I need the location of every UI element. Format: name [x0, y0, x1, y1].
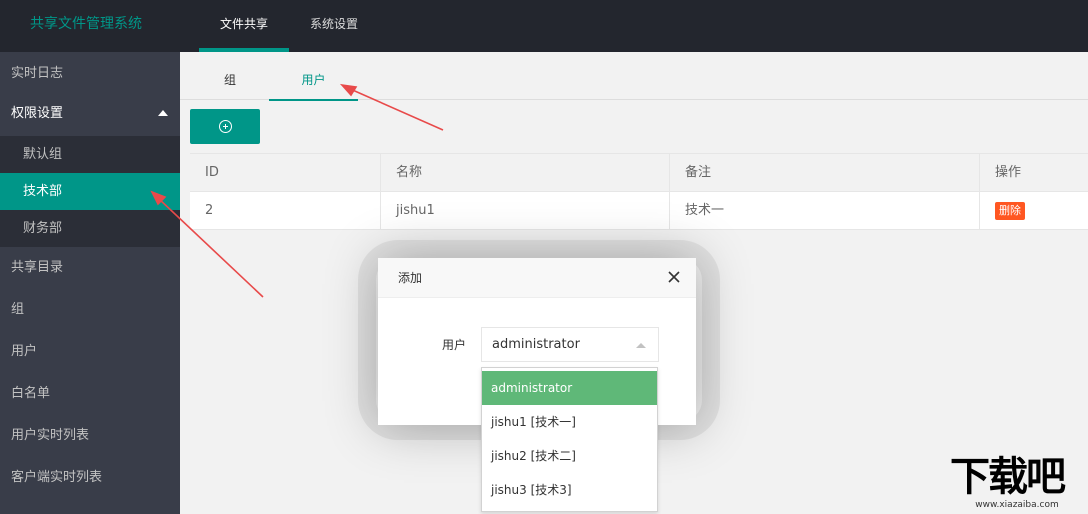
column-header-id: ID — [190, 154, 381, 192]
sidebar-item-groups[interactable]: 组 — [0, 290, 180, 330]
sidebar-subitem-finance-dept[interactable]: 财务部 — [0, 210, 180, 247]
top-tab-system-settings[interactable]: 系统设置 — [289, 0, 379, 52]
sidebar: 实时日志 权限设置 默认组 技术部 财务部 共享目录 组 用户 白名单 用户实时… — [0, 52, 180, 514]
delete-button[interactable]: 删除 — [995, 201, 1025, 220]
option-jishu1[interactable]: jishu1 [技术一] — [482, 405, 657, 439]
sidebar-item-permission-settings[interactable]: 权限设置 — [0, 94, 180, 134]
sidebar-item-shared-dirs[interactable]: 共享目录 — [0, 248, 180, 288]
tab-groups[interactable]: 组 — [190, 52, 270, 100]
tab-users[interactable]: 用户 — [269, 52, 358, 101]
top-tab-file-share[interactable]: 文件共享 — [199, 0, 289, 52]
option-jishu3[interactable]: jishu3 [技术3] — [482, 473, 657, 507]
watermark: 下载吧 www.xiazaiba.com — [950, 455, 1084, 511]
caret-up-icon — [158, 110, 168, 116]
cell-name: jishu1 — [381, 192, 670, 230]
cell-id: 2 — [190, 192, 381, 230]
sub-tab-bar: 组 用户 — [180, 52, 1088, 101]
sidebar-item-realtime-log[interactable]: 实时日志 — [0, 54, 180, 94]
user-select-value: administrator — [492, 337, 580, 352]
top-navbar: 共享文件管理系统 文件共享 系统设置 — [0, 0, 1088, 52]
user-select-dropdown: administrator jishu1 [技术一] jishu2 [技术二] … — [481, 367, 658, 512]
app-title: 共享文件管理系统 — [30, 16, 142, 32]
cell-action: 删除 — [980, 192, 1088, 230]
column-header-action: 操作 — [995, 165, 1022, 180]
column-header-note: 备注 — [670, 154, 980, 192]
sidebar-subitem-tech-dept[interactable]: 技术部 — [0, 173, 180, 210]
watermark-url: www.xiazaiba.com — [975, 500, 1059, 510]
option-administrator[interactable]: administrator — [482, 371, 657, 405]
option-jishu2[interactable]: jishu2 [技术二] — [482, 439, 657, 473]
table-row: 2 jishu1 技术一 删除 — [190, 192, 1088, 230]
sidebar-item-client-realtime-list[interactable]: 客户端实时列表 — [0, 458, 180, 498]
user-select[interactable]: administrator — [481, 327, 659, 362]
sidebar-subitem-default-group[interactable]: 默认组 — [0, 136, 180, 173]
watermark-logo: 下载吧 — [950, 454, 1066, 500]
caret-up-icon — [636, 343, 646, 348]
close-icon[interactable] — [666, 269, 682, 285]
sidebar-item-user-realtime-list[interactable]: 用户实时列表 — [0, 416, 180, 456]
sidebar-item-whitelist[interactable]: 白名单 — [0, 374, 180, 414]
column-header-name: 名称 — [381, 154, 670, 192]
table-header-row: ID 名称 备注 操作 — [190, 154, 1088, 192]
plus-circle-icon — [219, 120, 232, 133]
sidebar-item-label: 权限设置 — [11, 106, 64, 121]
sidebar-item-users[interactable]: 用户 — [0, 332, 180, 372]
user-field-label: 用户 — [442, 338, 467, 352]
dialog-title: 添加 — [378, 258, 696, 298]
cell-note: 技术一 — [670, 192, 980, 230]
users-table: ID 名称 备注 操作 2 jishu1 技术一 删除 — [190, 153, 1088, 230]
add-button[interactable] — [190, 109, 260, 144]
